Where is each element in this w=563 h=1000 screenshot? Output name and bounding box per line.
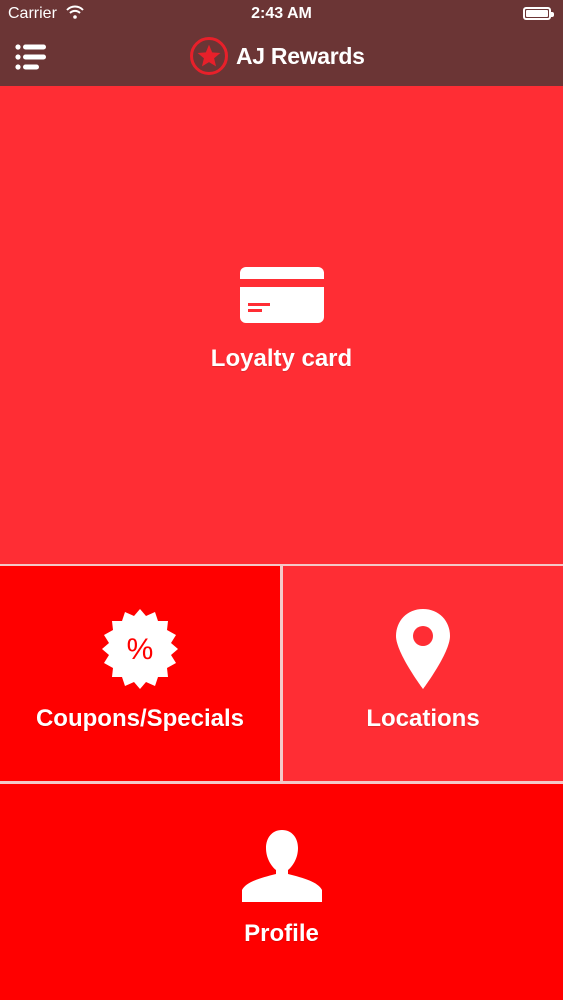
person-icon <box>241 830 322 902</box>
app-logo: AJ Rewards <box>190 36 365 76</box>
locations-tile[interactable]: Locations <box>283 566 563 781</box>
percent-badge-icon: % <box>102 608 178 689</box>
menu-button[interactable] <box>14 42 50 72</box>
menu-icon <box>15 44 46 70</box>
profile-label: Profile <box>244 920 319 947</box>
status-time: 2:43 AM <box>251 5 312 22</box>
app-header: Carrier 2:43 AM AJ Rewards <box>0 0 563 86</box>
credit-card-icon <box>239 267 324 323</box>
locations-label: Locations <box>366 704 480 732</box>
map-pin-icon <box>396 608 450 689</box>
star-icon <box>197 44 221 67</box>
app-title: AJ Rewards <box>236 42 365 69</box>
loyalty-card-label: Loyalty card <box>210 345 353 372</box>
coupons-specials-label: Coupons/Specials <box>35 704 245 732</box>
loyalty-card-tile[interactable]: Loyalty card <box>0 86 563 564</box>
battery-icon <box>523 7 554 20</box>
status-bar: Carrier 2:43 AM <box>0 0 563 30</box>
coupons-specials-tile[interactable]: % Coupons/Specials <box>0 566 280 781</box>
profile-tile[interactable]: Profile <box>0 784 563 1000</box>
svg-text:%: % <box>127 633 154 666</box>
logo-badge <box>190 37 228 75</box>
